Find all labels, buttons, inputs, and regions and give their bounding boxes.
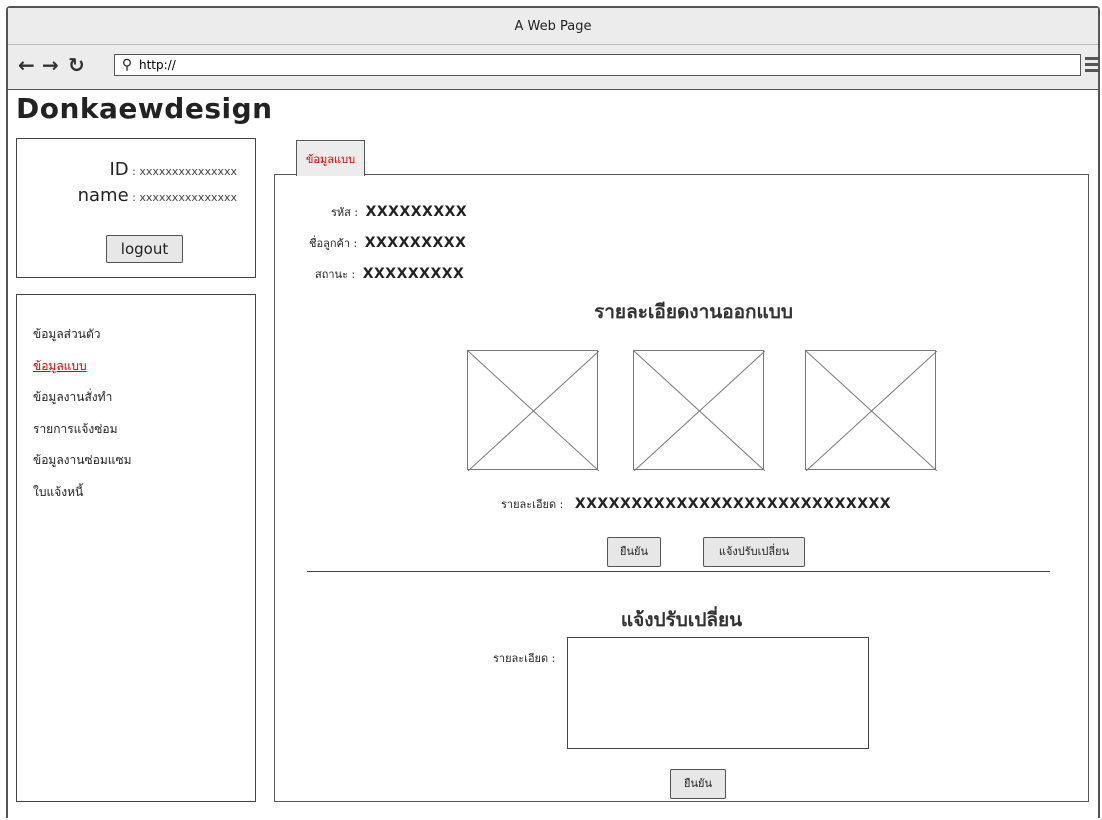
customer-value: XXXXXXXXX (364, 235, 467, 251)
status-field: สถานะ : XXXXXXXXX (315, 265, 464, 283)
confirm-button[interactable]: ยืนยัน (607, 537, 661, 567)
sidebar-menu: ข้อมูลส่วนตัว ข้อมูลแบบ ข้อมูลงานสั่งทำ … (16, 294, 256, 802)
status-label: สถานะ (315, 268, 348, 281)
sidebar-item-orders[interactable]: ข้อมูลงานสั่งทำ (33, 382, 255, 414)
design-detail-value: XXXXXXXXXXXXXXXXXXXXXXXXXXXX (574, 496, 892, 512)
customer-separator: : (350, 237, 361, 250)
reload-icon[interactable]: ↻ (68, 55, 85, 75)
url-input[interactable] (137, 58, 1041, 72)
tab-design-info[interactable]: ข้อมูลแบบ (296, 140, 365, 176)
user-name-value: xxxxxxxxxxxxxxx (139, 191, 237, 204)
sidebar-item-repair-requests[interactable]: รายการแจ้งซ่อม (33, 414, 255, 446)
change-detail-separator: : (548, 652, 556, 665)
hamburger-menu-icon[interactable] (1085, 57, 1099, 75)
design-image-3 (805, 350, 937, 471)
sidebar-item-invoices[interactable]: ใบแจ้งหนี้ (33, 477, 255, 509)
address-bar[interactable]: ⚲ (114, 54, 1081, 76)
back-arrow-icon[interactable]: ← (18, 55, 35, 75)
browser-navbar: ← → ↻ ⚲ (8, 45, 1099, 90)
status-value: XXXXXXXXX (362, 266, 465, 282)
design-detail-field: รายละเอียด : XXXXXXXXXXXXXXXXXXXXXXXXXXX… (501, 495, 891, 513)
change-detail-textarea[interactable] (567, 637, 869, 749)
code-separator: : (350, 206, 362, 219)
sidebar-item-design-info[interactable]: ข้อมูลแบบ (33, 351, 255, 383)
site-title: Donkaewdesign (16, 92, 273, 125)
user-id-label: ID (109, 159, 129, 180)
change-detail-label: รายละเอียด (493, 652, 549, 665)
request-change-button[interactable]: แจ้งปรับเปลี่ยน (703, 537, 805, 567)
sidebar-item-repair-jobs[interactable]: ข้อมูลงานซ่อมแซม (33, 445, 255, 477)
design-detail-separator: : (556, 498, 567, 511)
customer-label: ชื่อลูกค้า (309, 237, 351, 250)
design-detail-panel: รหัส : XXXXXXXXX ชื่อลูกค้า : XXXXXXXXX … (274, 174, 1089, 802)
user-name-row: name : xxxxxxxxxxxxxxx (78, 185, 237, 206)
forward-arrow-icon[interactable]: → (42, 55, 59, 75)
window-title: A Web Page (8, 8, 1098, 45)
code-value: XXXXXXXXX (365, 204, 468, 220)
logout-button[interactable]: logout (106, 235, 183, 263)
customer-field: ชื่อลูกค้า : XXXXXXXXX (309, 234, 466, 252)
user-id-row: ID : xxxxxxxxxxxxxxx (109, 159, 237, 180)
sidebar-item-profile[interactable]: ข้อมูลส่วนตัว (33, 319, 255, 351)
change-request-heading: แจ้งปรับเปลี่ยน (620, 609, 743, 631)
design-detail-label: รายละเอียด (501, 498, 557, 511)
status-separator: : (347, 268, 359, 281)
search-icon: ⚲ (121, 57, 133, 73)
change-detail-field: รายละเอียด : (493, 649, 555, 667)
design-image-2 (633, 350, 765, 471)
code-field: รหัส : XXXXXXXXX (331, 203, 467, 221)
user-info-panel: ID : xxxxxxxxxxxxxxx name : xxxxxxxxxxxx… (16, 138, 256, 278)
change-confirm-button[interactable]: ยืนยัน (670, 769, 726, 799)
code-label: รหัส (331, 206, 351, 219)
design-image-1 (467, 350, 599, 471)
user-name-label: name (77, 185, 129, 206)
user-id-value: xxxxxxxxxxxxxxx (139, 165, 237, 178)
design-detail-heading: รายละเอียดงานออกแบบ (594, 301, 793, 323)
section-divider (307, 571, 1050, 572)
